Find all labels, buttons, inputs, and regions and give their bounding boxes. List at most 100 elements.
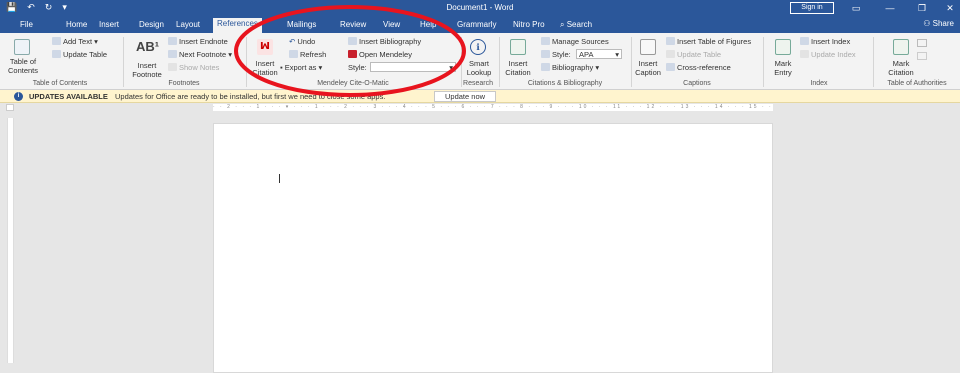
group-label-citations: Citations & Bibliography [527, 80, 603, 87]
insert-index-button[interactable]: Insert Index [800, 37, 850, 46]
mendeley-citation-icon: ꟽ [257, 39, 273, 55]
updates-info-bar: i UPDATES AVAILABLE Updates for Office a… [0, 90, 960, 103]
tab-review[interactable]: Review [336, 19, 370, 33]
update-now-button[interactable]: Update now [434, 91, 497, 102]
chevron-down-icon: ▾ [615, 50, 619, 59]
update-icon [52, 50, 61, 58]
bibliography-icon [541, 63, 550, 71]
insert-citation-mendeley-button[interactable]: Insert Citation [251, 59, 279, 77]
search-icon: ⌕ [560, 20, 567, 29]
text-cursor [279, 174, 280, 183]
update-index-button[interactable]: Update Index [800, 50, 856, 59]
export-as-button[interactable]: ▪ Export as ▾ [280, 63, 322, 72]
style-icon [541, 50, 550, 58]
add-text-icon [52, 37, 61, 45]
mark-citation-button[interactable]: Mark Citation [884, 59, 918, 77]
tab-help[interactable]: Help [416, 19, 440, 33]
figures-icon [666, 37, 675, 45]
tab-selector-icon[interactable] [6, 104, 14, 111]
insert-citation-button[interactable]: Insert Citation [502, 59, 534, 77]
update-table-figures-button[interactable]: Update Table [666, 50, 721, 59]
bibliography-icon [348, 37, 357, 45]
group-label-research: Research [463, 80, 493, 87]
table-of-contents-icon [14, 39, 30, 55]
person-icon: ⚇ [923, 19, 933, 28]
tab-references[interactable]: References [213, 18, 262, 33]
group-separator [246, 37, 247, 87]
share-button[interactable]: ⚇ Share [923, 19, 954, 28]
title-bar: 💾 ↶ ↻ ▾ Document1 - Word Sign in ▭ — ❐ ✕ [0, 0, 960, 16]
mendeley-style-select[interactable]: ▾ [370, 62, 456, 72]
open-mendeley-button[interactable]: Open Mendeley [348, 50, 412, 59]
citation-style-label: Style: [541, 50, 571, 59]
minimize-button[interactable]: — [880, 2, 900, 14]
mendeley-style-label: Style: [348, 63, 367, 72]
info-bar-message: Updates for Office are ready to be insta… [115, 92, 386, 101]
tab-mailings[interactable]: Mailings [283, 19, 320, 33]
group-label-footnotes: Footnotes [168, 80, 200, 87]
update-authorities-icon[interactable] [917, 52, 927, 60]
document-page[interactable] [213, 123, 773, 373]
insert-endnote-button[interactable]: Insert Endnote [168, 37, 228, 46]
sources-icon [541, 37, 550, 45]
group-label-toc: Table of Contents [32, 80, 88, 87]
mendeley-undo-button[interactable]: ↶ Undo [289, 37, 315, 46]
tab-file[interactable]: File [16, 19, 37, 33]
update-icon [800, 50, 809, 58]
manage-sources-button[interactable]: Manage Sources [541, 37, 609, 46]
mark-citation-icon [893, 39, 909, 55]
tab-insert[interactable]: Insert [95, 19, 123, 33]
tab-view[interactable]: View [379, 19, 404, 33]
notes-icon [168, 63, 177, 71]
group-label-authorities: Table of Authorities [887, 80, 947, 87]
mendeley-icon [348, 50, 357, 58]
refresh-icon [289, 50, 298, 58]
ribbon-tabs: File Home Insert Design Layout Reference… [0, 16, 960, 33]
tab-design[interactable]: Design [135, 19, 168, 33]
tab-layout[interactable]: Layout [172, 19, 204, 33]
smart-lookup-icon: ℹ [470, 39, 486, 55]
cross-reference-button[interactable]: Cross-reference [666, 63, 731, 72]
bibliography-button[interactable]: Bibliography ▾ [541, 63, 599, 72]
group-separator [763, 37, 764, 87]
ribbon: Table of Contents Add Text ▾ Update Tabl… [0, 33, 960, 90]
tell-me-search[interactable]: ⌕ Search [556, 19, 596, 33]
sign-in-button[interactable]: Sign in [790, 2, 834, 14]
group-label-mendeley: Mendeley Cite-O-Matic [317, 80, 389, 87]
show-notes-button[interactable]: Show Notes [168, 63, 219, 72]
authorities-icon[interactable] [917, 39, 927, 47]
insert-caption-icon [640, 39, 656, 55]
ruler-row: · · 2 · · · 1 · · · ▾ · · · 1 · · · 2 · … [0, 103, 960, 112]
group-label-captions: Captions [683, 80, 711, 87]
tab-home[interactable]: Home [62, 19, 91, 33]
maximize-button[interactable]: ❐ [912, 2, 932, 14]
mark-entry-button[interactable]: Mark Entry [770, 59, 796, 77]
next-footnote-button[interactable]: Next Footnote ▾ [168, 50, 232, 59]
cross-reference-icon [666, 63, 675, 71]
insert-caption-button[interactable]: Insert Caption [634, 59, 662, 77]
tab-nitro-pro[interactable]: Nitro Pro [509, 19, 549, 33]
mark-entry-icon [775, 39, 791, 55]
endnote-icon [168, 37, 177, 45]
horizontal-ruler[interactable]: · · 2 · · · 1 · · · ▾ · · · 1 · · · 2 · … [213, 104, 773, 111]
update-table-button[interactable]: Update Table [52, 50, 107, 59]
ribbon-display-icon[interactable]: ▭ [846, 2, 866, 14]
table-of-contents-button[interactable]: Table of Contents [4, 57, 42, 75]
citation-style-select[interactable]: APA ▾ [576, 49, 622, 59]
insert-citation-icon [510, 39, 526, 55]
vertical-ruler[interactable] [7, 118, 14, 363]
chevron-down-icon: ▾ [449, 63, 453, 72]
insert-table-of-figures-button[interactable]: Insert Table of Figures [666, 37, 751, 46]
insert-footnote-button[interactable]: Insert Footnote [129, 61, 165, 79]
smart-lookup-button[interactable]: Smart Lookup [462, 59, 496, 77]
insert-bibliography-button[interactable]: Insert Bibliography [348, 37, 421, 46]
tab-grammarly[interactable]: Grammarly [453, 19, 501, 33]
close-button[interactable]: ✕ [940, 2, 960, 14]
info-bar-title: UPDATES AVAILABLE [29, 92, 108, 101]
index-icon [800, 37, 809, 45]
info-icon: i [14, 92, 23, 101]
refresh-button[interactable]: Refresh [289, 50, 326, 59]
footnote-icon: AB¹ [136, 39, 160, 54]
add-text-button[interactable]: Add Text ▾ [52, 37, 98, 46]
group-label-index: Index [810, 80, 828, 87]
